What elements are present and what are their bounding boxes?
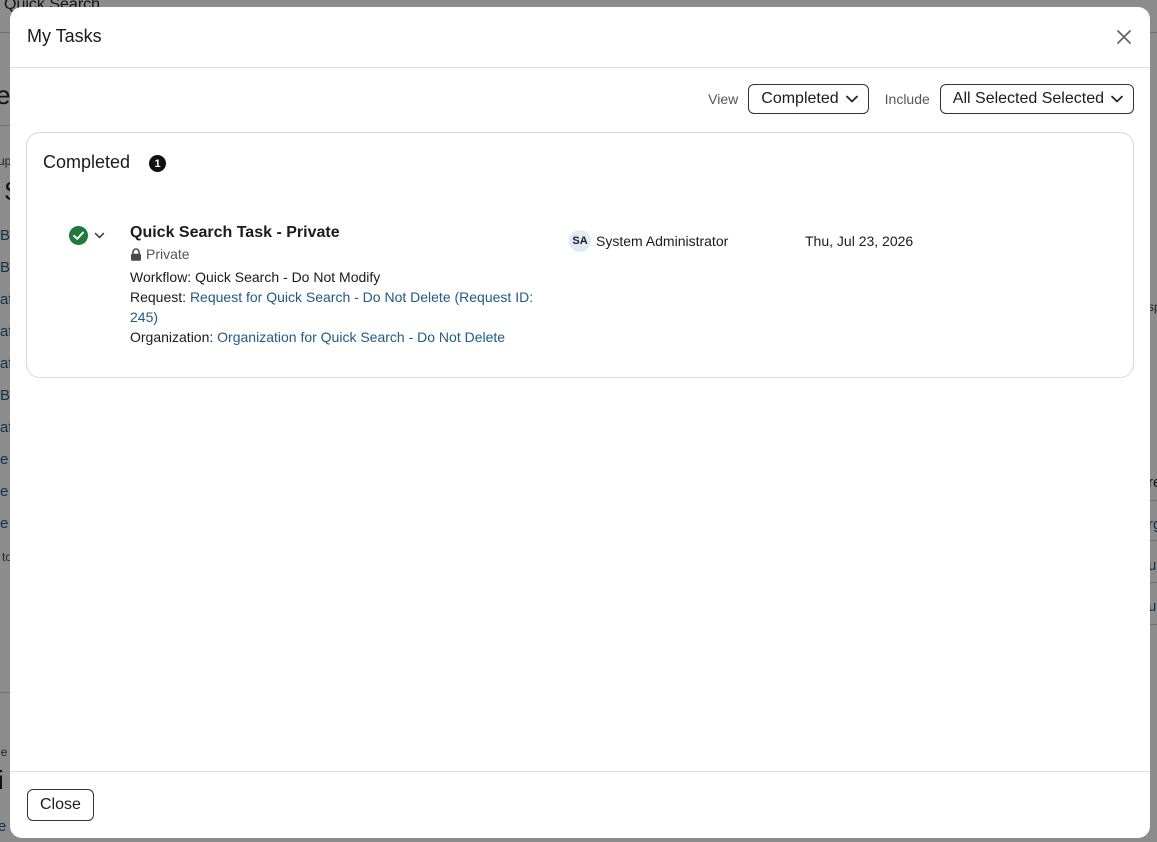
lock-icon: [131, 247, 141, 261]
close-icon[interactable]: [1114, 27, 1134, 47]
include-select-value: All Selected Selected: [952, 90, 1104, 107]
task-organization: Organization: Organization for Quick Sea…: [130, 327, 505, 347]
include-label: Include: [884, 91, 930, 107]
avatar: SA: [569, 230, 591, 252]
dialog-footer: Close: [10, 771, 1150, 838]
task-assignee: SA System Administrator: [569, 230, 728, 252]
task-visibility: Private: [130, 246, 190, 262]
check-circle-icon: [69, 226, 88, 245]
task-workflow: Workflow: Quick Search - Do Not Modify: [130, 267, 380, 287]
my-tasks-dialog: My Tasks View Completed Include All Sele…: [10, 7, 1150, 838]
organization-link[interactable]: Organization for Quick Search - Do Not D…: [217, 329, 505, 345]
completed-tasks-section: Completed 1 Quick Search Task - Private …: [26, 132, 1134, 378]
view-label: View: [708, 91, 739, 107]
dialog-header: My Tasks: [10, 7, 1150, 68]
chevron-down-icon[interactable]: [93, 229, 106, 242]
dialog-title: My Tasks: [27, 26, 102, 46]
include-select[interactable]: All Selected Selected: [939, 84, 1134, 114]
task-request: Request: Request for Quick Search - Do N…: [130, 287, 533, 307]
view-select-value: Completed: [761, 90, 839, 107]
task-request-continued: 245): [130, 307, 158, 327]
view-select[interactable]: Completed: [748, 84, 869, 114]
chevron-down-icon: [845, 95, 858, 103]
chevron-down-icon: [1111, 95, 1123, 103]
close-button[interactable]: Close: [27, 789, 94, 821]
organization-label: Organization:: [130, 329, 214, 345]
assignee-name: System Administrator: [596, 233, 729, 249]
visibility-label: Private: [146, 246, 190, 262]
request-link-continued[interactable]: 245): [130, 309, 158, 325]
workflow-label: Workflow:: [130, 269, 192, 285]
request-link[interactable]: Request for Quick Search - Do Not Delete…: [190, 289, 533, 305]
task-date: Thu, Jul 23, 2026: [805, 233, 914, 249]
section-title: Completed: [43, 152, 131, 172]
workflow-value: Quick Search - Do Not Modify: [195, 269, 381, 285]
section-count-badge: 1: [149, 155, 166, 172]
task-filters: View Completed Include All Selected Sele…: [708, 84, 1134, 114]
task-title[interactable]: Quick Search Task - Private: [130, 224, 340, 242]
request-label: Request:: [130, 289, 187, 305]
